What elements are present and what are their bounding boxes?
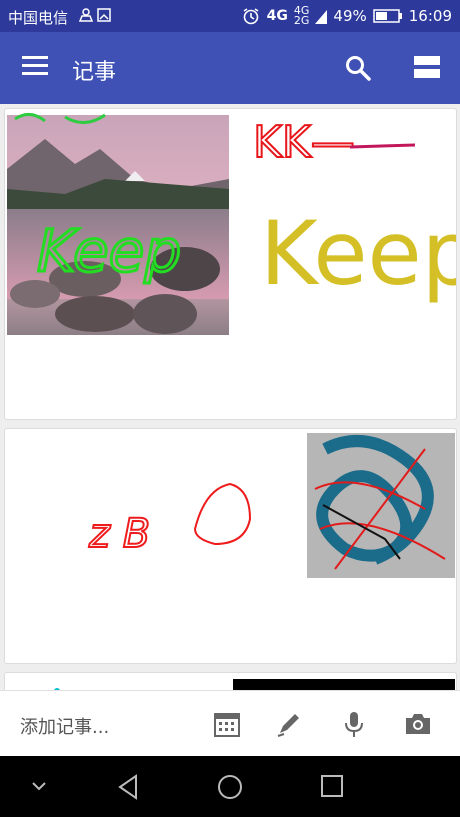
battery-icon (373, 9, 402, 23)
signal-icon (315, 10, 328, 24)
quick-add-bar: 添加记事... (0, 690, 460, 757)
network-type-label: 4G (266, 8, 288, 24)
recents-icon[interactable] (320, 774, 344, 798)
microphone-icon[interactable] (339, 709, 369, 739)
system-nav-bar (0, 756, 460, 817)
note-card[interactable]: Keep KK— Keep (4, 108, 457, 420)
clock: 16:09 (408, 7, 452, 25)
back-icon[interactable] (116, 774, 140, 800)
note-drawing: z B (87, 433, 455, 578)
scribble-photo (307, 433, 455, 578)
home-icon[interactable] (217, 774, 243, 800)
status-bar: 中国电信 4G 4G 2G 49% 16:09 (0, 0, 460, 32)
chevron-down-icon[interactable] (30, 780, 48, 792)
drawing-text: z B (88, 511, 150, 557)
pen-icon[interactable] (274, 709, 304, 739)
drawing-text: Keep (260, 202, 456, 305)
note-drawing: Keep KK— Keep (7, 113, 456, 335)
alarm-icon (243, 8, 259, 25)
note-card[interactable]: z B (4, 428, 457, 664)
camera-icon[interactable] (403, 709, 433, 739)
menu-icon[interactable] (22, 56, 48, 76)
add-note-input[interactable]: 添加记事... (20, 713, 109, 739)
app-bar: 记事 (0, 32, 460, 104)
view-toggle-icon[interactable] (414, 56, 440, 78)
notification-icons (78, 7, 112, 27)
page-title: 记事 (72, 60, 117, 85)
sim-icon (78, 8, 111, 22)
drawing-text: KK— (253, 117, 355, 168)
dual-sim-signal-icon: 4G 2G (293, 4, 310, 27)
photo-overlay-text: Keep (37, 217, 181, 285)
search-icon[interactable] (344, 54, 372, 82)
calendar-list-icon[interactable] (212, 709, 242, 739)
carrier-name: 中国电信 (8, 9, 69, 27)
battery-percent: 49% (333, 7, 367, 25)
